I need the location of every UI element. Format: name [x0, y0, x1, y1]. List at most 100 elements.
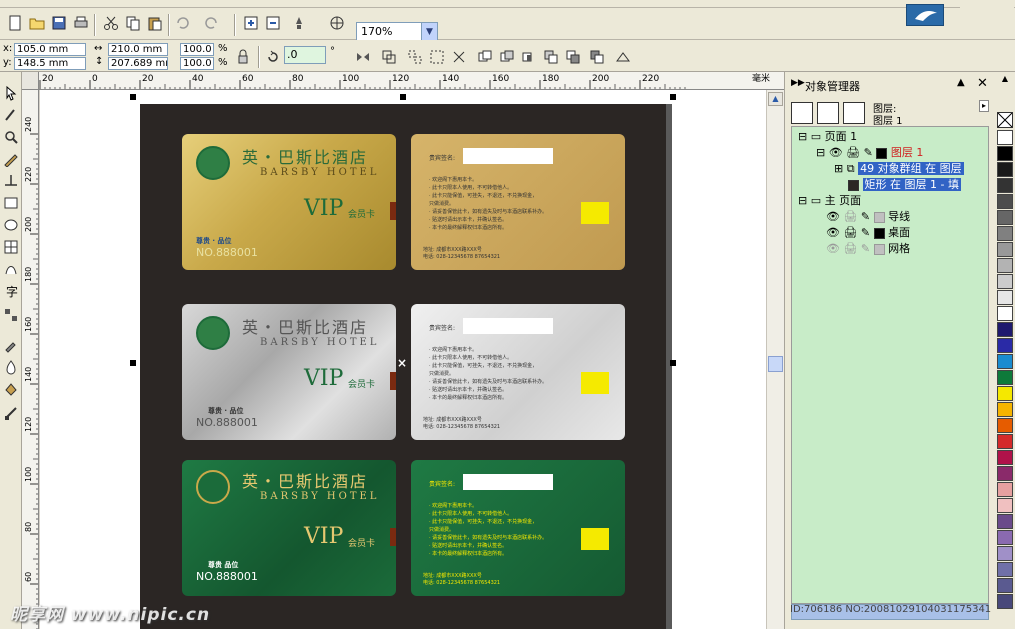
outline-tool-icon[interactable] — [0, 356, 22, 378]
vertical-scrollbar[interactable]: ▲ — [766, 90, 784, 629]
scroll-thumb[interactable] — [768, 356, 783, 372]
group-icon[interactable] — [378, 46, 400, 68]
palette-swatch[interactable] — [997, 178, 1013, 193]
palette-swatch[interactable] — [997, 338, 1013, 353]
trim-icon[interactable] — [496, 46, 518, 68]
combine-icon[interactable] — [448, 46, 470, 68]
palette-swatch[interactable] — [997, 274, 1013, 289]
scale-x-field[interactable]: 100.0 — [180, 43, 214, 56]
application-launcher-icon[interactable] — [288, 12, 310, 34]
tree-item-rectangle[interactable]: 矩形 在 图层 1 - 填 — [848, 177, 961, 193]
no-color-swatch[interactable] — [997, 112, 1013, 128]
create-boundary-icon[interactable] — [612, 46, 634, 68]
palette-swatch[interactable] — [997, 322, 1013, 337]
intersect-icon[interactable] — [518, 46, 540, 68]
basic-shapes-icon[interactable] — [0, 258, 22, 280]
selection-handle[interactable] — [400, 94, 406, 100]
print-icon[interactable] — [70, 12, 92, 34]
width-field[interactable]: 210.0 mm — [108, 43, 168, 56]
x-position-field[interactable]: 105.0 mm — [14, 43, 86, 56]
card-green-front[interactable]: 英・巴斯比酒店 BARSBY HOTEL VIP 会员卡 尊贵 品位 NO.88… — [182, 460, 396, 596]
scroll-up-icon[interactable]: ▲ — [768, 92, 783, 106]
front-minus-back-icon[interactable] — [562, 46, 584, 68]
drawing-canvas[interactable]: × 英・巴斯比酒店 BARSBY HOTEL VIP 会员卡 尊贵 · 品位 N… — [40, 90, 766, 629]
lock-ratio-icon[interactable] — [232, 46, 254, 68]
tree-item-desktop[interactable]: 👁 🖨 ✎ 桌面 — [826, 225, 910, 241]
palette-swatch[interactable] — [997, 146, 1013, 161]
pick-tool-icon[interactable] — [0, 82, 22, 104]
selection-handle[interactable] — [670, 360, 676, 366]
paste-icon[interactable] — [144, 12, 166, 34]
palette-swatch[interactable] — [997, 482, 1013, 497]
tree-item-page-1[interactable]: ⊟ ▭ 页面 1 — [798, 129, 857, 145]
palette-swatch[interactable] — [997, 450, 1013, 465]
export-icon[interactable] — [262, 12, 284, 34]
scale-y-field[interactable]: 100.0 — [180, 57, 214, 70]
simplify-icon[interactable] — [540, 46, 562, 68]
palette-swatch[interactable] — [997, 514, 1013, 529]
palette-swatch[interactable] — [997, 242, 1013, 257]
height-field[interactable]: 207.689 mr — [108, 57, 168, 70]
collapse-icon[interactable]: ▲ — [957, 77, 965, 88]
palette-swatch[interactable] — [997, 162, 1013, 177]
eyedropper-icon[interactable] — [0, 334, 22, 356]
interactive-blend-icon[interactable] — [0, 304, 22, 326]
card-green-back[interactable]: 贵宾签名: · 欢迎阁下惠用本卡。 · 此卡只限本人使用，不可转借他人。 · 此… — [411, 460, 625, 596]
chevron-down-icon[interactable]: ▼ — [421, 23, 437, 41]
cut-icon[interactable] — [100, 12, 122, 34]
new-icon[interactable] — [4, 12, 26, 34]
palette-swatch[interactable] — [997, 434, 1013, 449]
ungroup-icon[interactable] — [404, 46, 426, 68]
tree-item-group[interactable]: ⊞ ⧉ 49 对象群组 在 图层 — [834, 161, 964, 177]
palette-scroll-up-icon[interactable]: ▲ — [997, 74, 1013, 84]
palette-swatch[interactable] — [997, 418, 1013, 433]
palette-swatch[interactable] — [997, 226, 1013, 241]
ungroup-all-icon[interactable] — [426, 46, 448, 68]
palette-swatch[interactable] — [997, 194, 1013, 209]
rectangle-tool-icon[interactable] — [0, 192, 22, 214]
expand-arrow-icon[interactable]: ▶▶ — [791, 78, 805, 88]
card-silver-front[interactable]: 英・巴斯比酒店 BARSBY HOTEL VIP 会员卡 尊贵 · 品位 NO.… — [182, 304, 396, 440]
shape-tool-icon[interactable] — [0, 104, 22, 126]
palette-swatch[interactable] — [997, 290, 1013, 305]
tree-item-guides[interactable]: 👁 🖨 ✎ 导线 — [826, 209, 910, 225]
palette-swatch[interactable] — [997, 546, 1013, 561]
tree-item-grid[interactable]: 👁 🖨 ✎ 网格 — [826, 241, 910, 257]
zoom-level-select[interactable]: 170% ▼ — [356, 22, 438, 42]
flyout-arrow-icon[interactable]: ▸ — [979, 100, 989, 112]
back-minus-front-icon[interactable] — [586, 46, 608, 68]
palette-swatch[interactable] — [997, 578, 1013, 593]
edit-across-layers-icon[interactable] — [817, 102, 839, 124]
close-icon[interactable]: ✕ — [977, 76, 988, 91]
y-position-field[interactable]: 148.5 mm — [14, 57, 86, 70]
zoom-tool-icon[interactable] — [0, 126, 22, 148]
ellipse-tool-icon[interactable] — [0, 214, 22, 236]
show-properties-icon[interactable] — [791, 102, 813, 124]
palette-swatch[interactable] — [997, 594, 1013, 609]
interactive-fill-icon[interactable] — [0, 402, 22, 424]
selection-handle[interactable] — [130, 94, 136, 100]
weld-icon[interactable] — [474, 46, 496, 68]
palette-swatch[interactable] — [997, 562, 1013, 577]
palette-swatch[interactable] — [997, 130, 1013, 145]
copy-icon[interactable] — [122, 12, 144, 34]
ruler-origin[interactable] — [22, 72, 39, 90]
selection-handle[interactable] — [130, 360, 136, 366]
corel-online-icon[interactable] — [326, 12, 348, 34]
selection-handle[interactable] — [670, 94, 676, 100]
text-tool-icon[interactable]: 字 — [0, 280, 22, 302]
card-gold-front[interactable]: 英・巴斯比酒店 BARSBY HOTEL VIP 会员卡 尊贵 · 品位 NO.… — [182, 134, 396, 270]
palette-swatch[interactable] — [997, 386, 1013, 401]
redo-icon[interactable] — [200, 12, 222, 34]
palette-swatch[interactable] — [997, 466, 1013, 481]
smart-fill-icon[interactable] — [0, 170, 22, 192]
undo-icon[interactable] — [172, 12, 194, 34]
open-icon[interactable] — [26, 12, 48, 34]
polygon-tool-icon[interactable] — [0, 236, 22, 258]
card-silver-back[interactable]: 贵宾签名: · 欢迎阁下惠用本卡。 · 此卡只限本人使用，不可转借他人。 · 此… — [411, 304, 625, 440]
card-gold-back[interactable]: 贵宾签名: · 欢迎阁下惠用本卡。 · 此卡只限本人使用，不可转借他人。 · 此… — [411, 134, 625, 270]
palette-swatch[interactable] — [997, 306, 1013, 321]
save-icon[interactable] — [48, 12, 70, 34]
selection-center-icon[interactable]: × — [397, 356, 407, 370]
palette-swatch[interactable] — [997, 210, 1013, 225]
